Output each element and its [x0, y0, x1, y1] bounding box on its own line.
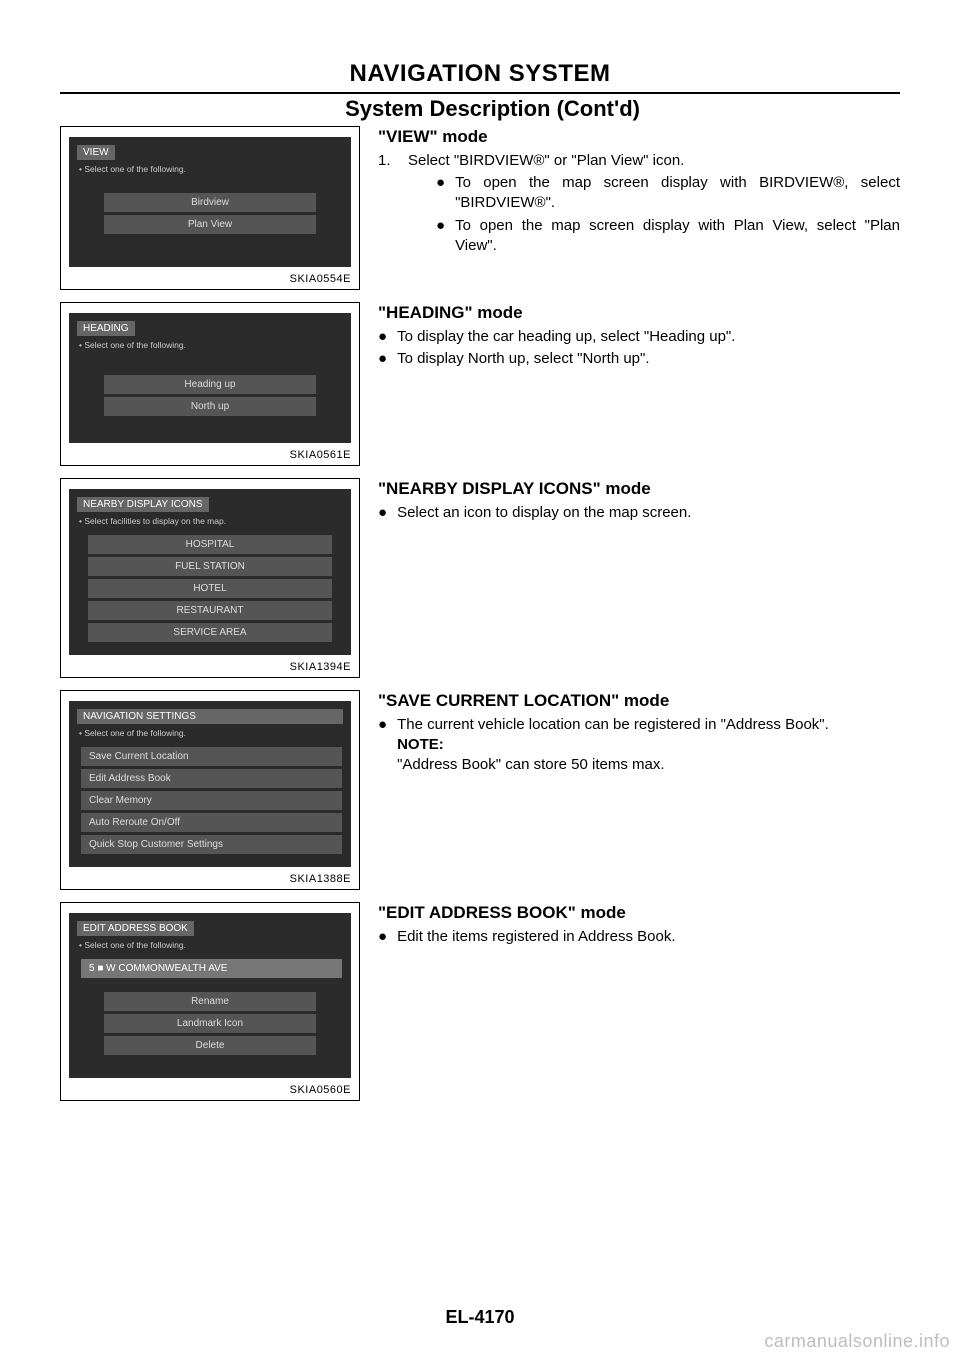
screen-title: NAVIGATION SETTINGS	[77, 709, 343, 724]
figure-id: SKIA1394E	[69, 655, 351, 673]
figure-id: SKIA0561E	[69, 443, 351, 461]
section-heading: "NEARBY DISPLAY ICONS" mode	[378, 478, 900, 501]
section-heading: "VIEW" mode	[378, 126, 900, 149]
screen-title: HEADING	[77, 321, 135, 336]
screen-view: VIEW • Select one of the following. Bird…	[69, 137, 351, 267]
screen-edit-address: EDIT ADDRESS BOOK • Select one of the fo…	[69, 913, 351, 1078]
menu-item: HOTEL	[88, 579, 333, 598]
screen-title: VIEW	[77, 145, 115, 160]
menu-item: Heading up	[104, 375, 317, 394]
figure-id: SKIA0554E	[69, 267, 351, 285]
section-heading: "HEADING" mode	[378, 302, 900, 325]
figure-edit-address: EDIT ADDRESS BOOK • Select one of the fo…	[60, 902, 360, 1101]
page-title: NAVIGATION SYSTEM	[60, 60, 900, 88]
bullet-text: Edit the items registered in Address Boo…	[397, 927, 900, 947]
bullet-text: Select an icon to display on the map scr…	[397, 503, 900, 523]
screen-nearby: NEARBY DISPLAY ICONS • Select facilities…	[69, 489, 351, 655]
screen-title: NEARBY DISPLAY ICONS	[77, 497, 209, 512]
figure-save-location: NAVIGATION SETTINGS • Select one of the …	[60, 690, 360, 890]
screen-nav-settings: NAVIGATION SETTINGS • Select one of the …	[69, 701, 351, 867]
menu-item: RESTAURANT	[88, 601, 333, 620]
screen-heading: HEADING • Select one of the following. H…	[69, 313, 351, 443]
divider	[60, 92, 900, 94]
section-heading: "EDIT ADDRESS BOOK" mode	[378, 902, 900, 925]
menu-item: Landmark Icon	[104, 1014, 317, 1033]
menu-item: Auto Reroute On/Off	[81, 813, 342, 832]
menu-item: Rename	[104, 992, 317, 1011]
bullet-text: To open the map screen display with BIRD…	[455, 173, 900, 214]
figure-id: SKIA0560E	[69, 1078, 351, 1096]
menu-item: Birdview	[104, 193, 317, 212]
note-label: NOTE:	[397, 736, 444, 753]
section-heading: "SAVE CURRENT LOCATION" mode	[378, 690, 900, 713]
menu-item: North up	[104, 397, 317, 416]
bullet-text: To open the map screen display with Plan…	[455, 216, 900, 257]
menu-item: FUEL STATION	[88, 557, 333, 576]
figure-view: VIEW • Select one of the following. Bird…	[60, 126, 360, 290]
figure-heading: HEADING • Select one of the following. H…	[60, 302, 360, 466]
figure-id: SKIA1388E	[69, 867, 351, 885]
list-number: 1.	[378, 151, 398, 258]
menu-item: Quick Stop Customer Settings	[81, 835, 342, 854]
figure-nearby: NEARBY DISPLAY ICONS • Select facilities…	[60, 478, 360, 678]
bullet-text: The current vehicle location can be regi…	[397, 716, 829, 733]
menu-item: HOSPITAL	[88, 535, 333, 554]
screen-hint: • Select one of the following.	[77, 336, 343, 356]
watermark: carmanualsonline.info	[764, 1331, 950, 1352]
note-text: "Address Book" can store 50 items max.	[397, 756, 664, 773]
bullet-text: To display North up, select "North up".	[397, 349, 900, 369]
menu-item: Plan View	[104, 215, 317, 234]
screen-hint: • Select one of the following.	[77, 160, 343, 180]
menu-item: Clear Memory	[81, 791, 342, 810]
bullet-text: To display the car heading up, select "H…	[397, 327, 900, 347]
menu-item: Save Current Location	[81, 747, 342, 766]
screen-hint: • Select facilities to display on the ma…	[77, 512, 343, 532]
selected-item: 5 ■ W COMMONWEALTH AVE	[81, 959, 342, 978]
screen-hint: • Select one of the following.	[77, 724, 343, 744]
list-text: Select "BIRDVIEW®" or "Plan View" icon.	[408, 152, 684, 169]
screen-hint: • Select one of the following.	[77, 936, 343, 956]
page-subtitle: System Description (Cont'd)	[60, 96, 900, 122]
menu-item: Edit Address Book	[81, 769, 342, 788]
page-number: EL-4170	[0, 1307, 960, 1328]
menu-item: Delete	[104, 1036, 317, 1055]
screen-title: EDIT ADDRESS BOOK	[77, 921, 194, 936]
menu-item: SERVICE AREA	[88, 623, 333, 642]
